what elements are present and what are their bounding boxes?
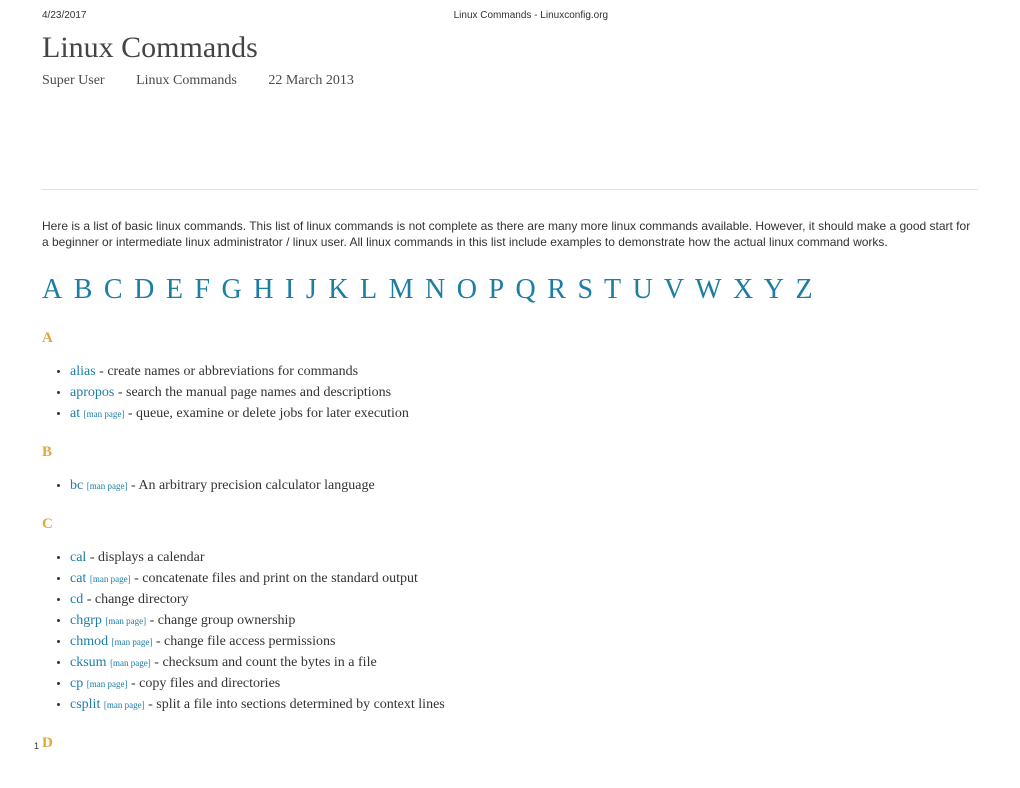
- nav-letter-h[interactable]: H: [253, 274, 274, 305]
- man-page-link[interactable]: [man page]: [90, 574, 131, 584]
- list-item: chmod [man page] - change file access pe…: [70, 631, 978, 652]
- print-site: Linux Commands - Linuxconfig.org: [454, 10, 609, 21]
- page-number: 1: [34, 741, 39, 751]
- list-item: cat [man page] - concatenate files and p…: [70, 568, 978, 589]
- command-description: - checksum and count the bytes in a file: [151, 655, 377, 670]
- section-heading-d: D: [42, 735, 978, 752]
- nav-letter-y[interactable]: Y: [764, 274, 785, 305]
- nav-letter-a[interactable]: A: [42, 274, 63, 305]
- command-description: - create names or abbreviations for comm…: [96, 364, 358, 379]
- nav-letter-l[interactable]: L: [360, 274, 378, 305]
- nav-letter-n[interactable]: N: [425, 274, 446, 305]
- command-link-cal[interactable]: cal: [70, 550, 86, 565]
- command-link-chgrp[interactable]: chgrp: [70, 613, 102, 628]
- command-description: - copy files and directories: [127, 676, 280, 691]
- man-page-link[interactable]: [man page]: [112, 637, 153, 647]
- meta-row: Super User Linux Commands 22 March 2013: [42, 73, 978, 89]
- list-item: apropos - search the manual page names a…: [70, 382, 978, 403]
- nav-letter-d[interactable]: D: [134, 274, 155, 305]
- nav-letter-i[interactable]: I: [285, 274, 295, 305]
- list-item: at [man page] - queue, examine or delete…: [70, 403, 978, 424]
- command-description: - queue, examine or delete jobs for late…: [124, 406, 409, 421]
- print-header: 4/23/2017 Linux Commands - Linuxconfig.o…: [0, 0, 1020, 25]
- nav-letter-r[interactable]: R: [547, 274, 567, 305]
- command-list-a: alias - create names or abbreviations fo…: [42, 361, 978, 424]
- command-description: - change file access permissions: [152, 634, 335, 649]
- list-item: cd - change directory: [70, 589, 978, 610]
- nav-letter-x[interactable]: X: [733, 274, 754, 305]
- command-description: - search the manual page names and descr…: [114, 385, 391, 400]
- command-description: - change group ownership: [146, 613, 295, 628]
- command-description: - concatenate files and print on the sta…: [131, 571, 418, 586]
- nav-letter-v[interactable]: V: [664, 274, 685, 305]
- man-page-link[interactable]: [man page]: [87, 679, 128, 689]
- command-link-at[interactable]: at: [70, 406, 80, 421]
- author: Super User: [42, 73, 105, 88]
- nav-letter-k[interactable]: K: [328, 274, 349, 305]
- list-item: cal - displays a calendar: [70, 547, 978, 568]
- command-link-chmod[interactable]: chmod: [70, 634, 108, 649]
- nav-letter-t[interactable]: T: [604, 274, 622, 305]
- command-link-bc[interactable]: bc: [70, 478, 83, 493]
- nav-letter-z[interactable]: Z: [795, 274, 813, 305]
- command-description: - split a file into sections determined …: [145, 697, 445, 712]
- list-item: chgrp [man page] - change group ownershi…: [70, 610, 978, 631]
- nav-letter-u[interactable]: U: [633, 274, 654, 305]
- list-item: cp [man page] - copy files and directori…: [70, 673, 978, 694]
- category: Linux Commands: [136, 73, 237, 88]
- command-list-b: bc [man page] - An arbitrary precision c…: [42, 475, 978, 496]
- man-page-link[interactable]: [man page]: [104, 700, 145, 710]
- command-link-cd[interactable]: cd: [70, 592, 83, 607]
- command-link-cat[interactable]: cat: [70, 571, 86, 586]
- section-heading-c: C: [42, 516, 978, 533]
- nav-letter-g[interactable]: G: [222, 274, 243, 305]
- nav-letter-o[interactable]: O: [457, 274, 478, 305]
- man-page-link[interactable]: [man page]: [105, 616, 146, 626]
- divider: [42, 189, 978, 190]
- nav-letter-j[interactable]: J: [306, 274, 318, 305]
- command-link-csplit[interactable]: csplit: [70, 697, 100, 712]
- man-page-link[interactable]: [man page]: [84, 409, 125, 419]
- nav-letter-e[interactable]: E: [166, 274, 184, 305]
- nav-letter-w[interactable]: W: [695, 274, 722, 305]
- command-link-cp[interactable]: cp: [70, 676, 83, 691]
- alphabet-nav: A B C D E F G H I J K L M N O P Q R S T …: [42, 274, 978, 306]
- list-item: bc [man page] - An arbitrary precision c…: [70, 475, 978, 496]
- sections-container: Aalias - create names or abbreviations f…: [42, 330, 978, 752]
- nav-letter-b[interactable]: B: [74, 274, 94, 305]
- nav-letter-p[interactable]: P: [488, 274, 505, 305]
- command-description: - change directory: [83, 592, 188, 607]
- man-page-link[interactable]: [man page]: [87, 481, 128, 491]
- main-content: Linux Commands Super User Linux Commands…: [0, 31, 1020, 786]
- command-link-alias[interactable]: alias: [70, 364, 96, 379]
- man-page-link[interactable]: [man page]: [110, 658, 151, 668]
- published-date: 22 March 2013: [268, 73, 354, 88]
- print-date: 4/23/2017: [42, 10, 87, 21]
- nav-letter-q[interactable]: Q: [516, 274, 537, 305]
- command-list-c: cal - displays a calendarcat [man page] …: [42, 547, 978, 715]
- nav-letter-s[interactable]: S: [577, 274, 594, 305]
- command-link-apropos[interactable]: apropos: [70, 385, 114, 400]
- intro-text: Here is a list of basic linux commands. …: [42, 218, 978, 250]
- list-item: csplit [man page] - split a file into se…: [70, 694, 978, 715]
- command-description: - An arbitrary precision calculator lang…: [127, 478, 374, 493]
- nav-letter-f[interactable]: F: [194, 274, 211, 305]
- list-item: cksum [man page] - checksum and count th…: [70, 652, 978, 673]
- page-title: Linux Commands: [42, 31, 978, 65]
- section-heading-b: B: [42, 444, 978, 461]
- command-link-cksum[interactable]: cksum: [70, 655, 107, 670]
- section-heading-a: A: [42, 330, 978, 347]
- nav-letter-m[interactable]: M: [389, 274, 415, 305]
- command-description: - displays a calendar: [86, 550, 204, 565]
- nav-letter-c[interactable]: C: [104, 274, 124, 305]
- list-item: alias - create names or abbreviations fo…: [70, 361, 978, 382]
